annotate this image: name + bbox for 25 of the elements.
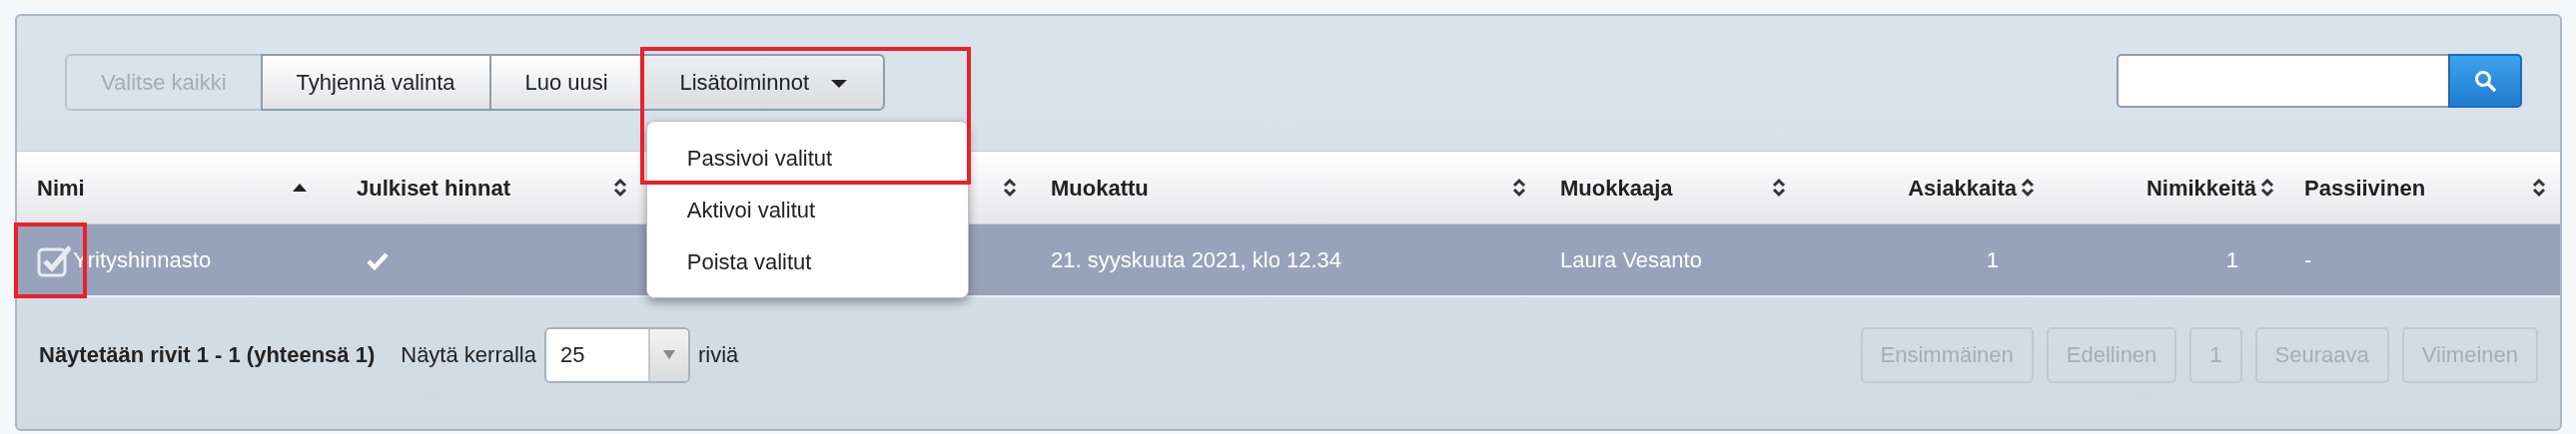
search-button[interactable] [2448, 54, 2522, 108]
column-header[interactable]: Julkiset hinnat [357, 171, 613, 205]
search-field[interactable] [2117, 54, 2450, 108]
page-size-suffix: riviä [697, 341, 739, 369]
table-cell-text: 21. syyskuuta 2021, klo 12.34 [1051, 246, 1342, 274]
menu-item[interactable]: Aktivoi valitut [646, 184, 968, 235]
page-size-select[interactable]: 25 [543, 326, 690, 383]
dropdown-arrow-icon [662, 350, 675, 359]
column-header[interactable]: Nimi [37, 171, 293, 205]
toolbar-button[interactable]: Tyhjennä valinta [260, 54, 491, 111]
page-size-label: Näytä kerralla [401, 341, 536, 369]
table-cell-text: 1 [1986, 246, 1999, 274]
search-icon [2474, 70, 2496, 92]
column-header[interactable]: Passiivinen [2304, 171, 2532, 205]
column-header[interactable]: Muokattu [1051, 171, 1512, 205]
row-count-text: Näytetään rivit 1 - 1 (yhteensä 1) [39, 341, 376, 369]
dropdown-button[interactable]: Lisätoiminnot [641, 54, 885, 111]
table-cell-text: 1 [2225, 246, 2238, 274]
column-header[interactable]: Muokkaaja [1560, 171, 1772, 205]
column-header[interactable]: Nimikkeitä [2065, 171, 2260, 205]
caret-icon [831, 80, 848, 89]
menu-item[interactable]: Poista valitut [646, 235, 968, 287]
table-cell-text: Laura Vesanto [1560, 246, 1702, 274]
table-cell-text: - [2304, 246, 2312, 274]
column-header[interactable]: Asiakkaita [1820, 171, 2021, 205]
